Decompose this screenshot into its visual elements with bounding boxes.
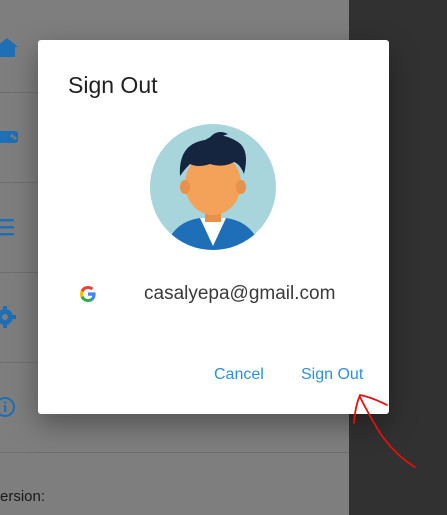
version-label: ersion: bbox=[0, 488, 46, 505]
dialog-title: Sign Out bbox=[68, 72, 158, 98]
settings-icon bbox=[0, 306, 16, 328]
info-icon bbox=[0, 397, 15, 417]
account-row: casalyepa@gmail.com bbox=[78, 280, 378, 310]
avatar bbox=[150, 124, 276, 250]
account-email: casalyepa@gmail.com bbox=[144, 283, 336, 304]
user-avatar-icon bbox=[150, 124, 276, 250]
list-icon bbox=[0, 219, 14, 236]
gamepad-icon bbox=[0, 131, 18, 143]
google-icon bbox=[80, 286, 96, 302]
sign-out-dialog: Sign Out casalyepa@gmail.com Cancel Sign… bbox=[38, 40, 389, 414]
sign-out-button[interactable]: Sign Out bbox=[301, 366, 363, 384]
annotation-arrow-icon bbox=[353, 394, 416, 468]
cancel-button[interactable]: Cancel bbox=[214, 366, 264, 384]
home-icon bbox=[0, 38, 18, 57]
